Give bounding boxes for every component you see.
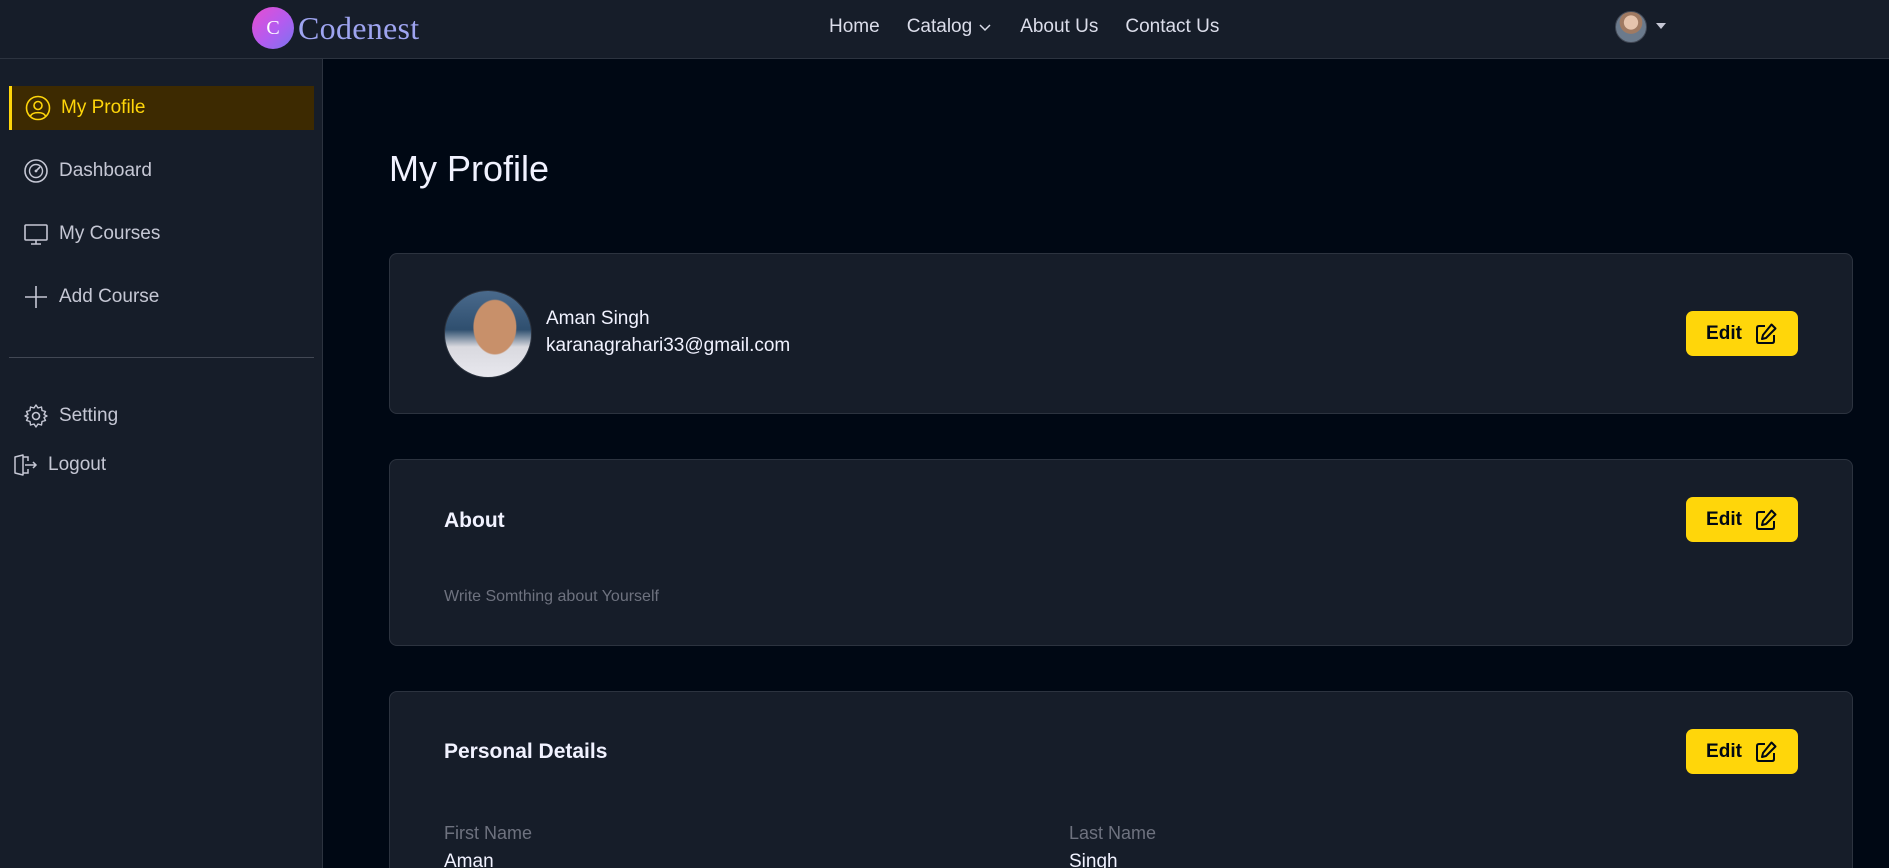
brand-logo[interactable]: C Codenest bbox=[252, 6, 420, 50]
edit-icon bbox=[1755, 323, 1777, 344]
nav-link-catalog-label: Catalog bbox=[906, 16, 973, 37]
page-title: My Profile bbox=[389, 148, 550, 189]
sidebar-item-my-profile[interactable]: My Profile bbox=[9, 86, 314, 130]
monitor-icon bbox=[24, 224, 48, 245]
edit-button-label: Edit bbox=[1706, 322, 1742, 344]
sidebar-item-my-courses[interactable]: My Courses bbox=[9, 212, 314, 256]
nav-link-about[interactable]: About Us bbox=[1020, 16, 1098, 38]
user-avatar[interactable] bbox=[1615, 11, 1647, 43]
nav-link-contact[interactable]: Contact Us bbox=[1125, 16, 1219, 38]
sidebar-item-label: My Courses bbox=[59, 223, 161, 244]
logo-text: Codenest bbox=[298, 9, 420, 46]
caret-down-icon[interactable] bbox=[1654, 19, 1668, 33]
edit-button-label: Edit bbox=[1706, 740, 1742, 762]
last-name-label: Last Name bbox=[1069, 823, 1157, 843]
personal-details-title: Personal Details bbox=[444, 740, 608, 763]
sidebar: My Profile Dashboard My Courses Add Cour… bbox=[0, 59, 323, 868]
sidebar-item-label: Dashboard bbox=[59, 160, 152, 181]
profile-card: Aman Singh karanagrahari33@gmail.com Edi… bbox=[389, 253, 1853, 414]
about-text: Write Somthing about Yourself bbox=[444, 588, 659, 605]
chevron-down-icon bbox=[979, 24, 991, 32]
gear-icon bbox=[24, 404, 48, 428]
edit-icon bbox=[1755, 741, 1777, 762]
profile-name: Aman Singh bbox=[546, 308, 650, 329]
nav-links: Home Catalog About Us Contact Us bbox=[829, 16, 1219, 38]
personal-details-card: Personal Details Edit First Name Aman La… bbox=[389, 691, 1853, 868]
edit-profile-button[interactable]: Edit bbox=[1686, 311, 1798, 356]
top-navbar: C Codenest Home Catalog About Us Contact… bbox=[0, 0, 1889, 59]
user-circle-icon bbox=[25, 95, 51, 121]
logo-mark: C bbox=[252, 7, 294, 49]
profile-avatar bbox=[444, 290, 532, 378]
nav-link-catalog[interactable]: Catalog bbox=[907, 16, 994, 38]
sidebar-item-dashboard[interactable]: Dashboard bbox=[9, 149, 314, 193]
nav-link-home[interactable]: Home bbox=[829, 16, 880, 38]
about-card: About Edit Write Somthing about Yourself bbox=[389, 459, 1853, 646]
logout-icon bbox=[14, 454, 38, 476]
profile-email: karanagrahari33@gmail.com bbox=[546, 335, 791, 356]
sidebar-item-add-course[interactable]: Add Course bbox=[9, 275, 314, 319]
sidebar-item-label: Logout bbox=[48, 454, 107, 475]
first-name-value: Aman bbox=[444, 851, 494, 868]
sidebar-item-setting[interactable]: Setting bbox=[9, 394, 314, 438]
first-name-label: First Name bbox=[444, 823, 533, 843]
edit-personal-details-button[interactable]: Edit bbox=[1686, 729, 1798, 774]
edit-button-label: Edit bbox=[1706, 508, 1742, 530]
edit-about-button[interactable]: Edit bbox=[1686, 497, 1798, 542]
edit-icon bbox=[1755, 509, 1777, 530]
sidebar-item-label: Add Course bbox=[59, 286, 160, 307]
gauge-icon bbox=[24, 159, 48, 183]
sidebar-divider bbox=[9, 357, 314, 358]
last-name-value: Singh bbox=[1069, 851, 1118, 868]
sidebar-item-logout[interactable]: Logout bbox=[0, 443, 305, 487]
sidebar-item-label: Setting bbox=[59, 405, 119, 426]
about-title: About bbox=[444, 509, 505, 532]
sidebar-item-label: My Profile bbox=[61, 97, 146, 118]
plus-icon bbox=[25, 286, 47, 308]
